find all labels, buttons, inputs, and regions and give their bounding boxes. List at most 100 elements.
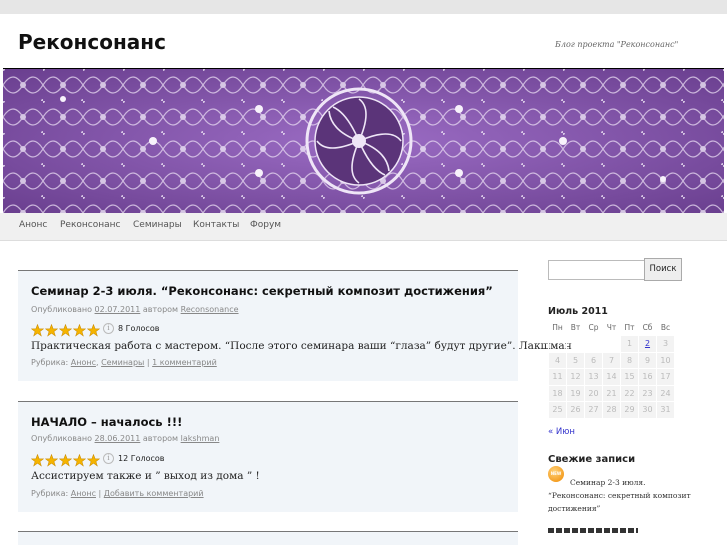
post-excerpt: Практическая работа с мастером. “После э… [31, 340, 572, 352]
star-icon[interactable] [30, 322, 45, 337]
rubric-link[interactable]: Семинары [101, 358, 144, 367]
star-icon[interactable] [30, 452, 45, 467]
calendar-day [566, 335, 585, 353]
post-footer: Рубрика: Анонс | Добавить комментарий [31, 489, 204, 498]
star-icon[interactable] [72, 452, 87, 467]
calendar-day: 18 [548, 384, 567, 402]
calendar-day: 4 [548, 351, 567, 369]
calendar-day: 26 [566, 401, 585, 419]
weekday-label: Пт [624, 323, 635, 332]
calendar-day: 8 [620, 351, 639, 369]
calendar-day: 27 [584, 401, 603, 419]
calendar-week: 25 26 27 28 29 30 31 [548, 401, 675, 419]
post-excerpt: Ассистируем также и ” выход из дома ” ! [31, 470, 260, 482]
calendar-prev-link[interactable]: « Июн [548, 427, 575, 437]
weekday-label: Чт [606, 323, 617, 332]
weekday-label: Пн [552, 323, 563, 332]
site-description: Блог проекта "Реконсонанс" [555, 40, 679, 49]
site-title[interactable]: Реконсонанс [18, 30, 166, 54]
post-date-link[interactable]: 02.07.2011 [95, 305, 141, 314]
calendar-day: 31 [656, 401, 675, 419]
recent-posts-title: Свежие записи [548, 454, 636, 465]
rubric-link[interactable]: Анонс [71, 358, 96, 367]
info-icon: i [103, 453, 114, 464]
nav-item-anons[interactable]: Анонс [19, 220, 47, 230]
search-input[interactable] [548, 260, 645, 280]
calendar-week: 11 12 13 14 15 16 17 [548, 368, 675, 386]
post: НАЧАЛО – началось !!! Опубликовано 28.06… [18, 401, 518, 512]
calendar-day: 17 [656, 368, 675, 386]
calendar-day: 23 [638, 384, 657, 402]
calendar-day: 15 [620, 368, 639, 386]
comments-link[interactable]: 1 комментарий [152, 358, 217, 367]
post-author-link[interactable]: Reconsonance [181, 305, 239, 314]
weekday-label: Ср [588, 323, 599, 332]
calendar: Пн Вт Ср Чт Пт Сб Вс 1 2 3 4 5 6 7 8 9 10 11 12 13 14… [548, 320, 675, 419]
nav-item-contacts[interactable]: Контакты [193, 220, 239, 230]
calendar-day: 21 [602, 384, 621, 402]
next-widget-title [548, 528, 638, 533]
calendar-day: 9 [638, 351, 657, 369]
post [18, 531, 518, 545]
calendar-day: 3 [656, 335, 675, 353]
comments-link[interactable]: Добавить комментарий [104, 489, 204, 498]
star-icon[interactable] [86, 452, 101, 467]
calendar-day: 22 [620, 384, 639, 402]
calendar-day: 7 [602, 351, 621, 369]
post-meta: Опубликовано 28.06.2011 автором lakshman [31, 434, 220, 443]
calendar-day: 12 [566, 368, 585, 386]
calendar-day: 5 [566, 351, 585, 369]
post-title[interactable]: Семинар 2-3 июля. “Реконсонанс: секретны… [31, 284, 493, 298]
calendar-week: 18 19 20 21 22 23 24 [548, 384, 675, 402]
star-icon[interactable] [72, 322, 87, 337]
post: Семинар 2-3 июля. “Реконсонанс: секретны… [18, 270, 572, 381]
post-footer: Рубрика: Анонс, Семинары | 1 комментарий [31, 358, 217, 367]
recent-post-link[interactable]: Семинар 2-3 июля. “Реконсонанс: секретны… [548, 476, 698, 515]
header-banner [3, 68, 724, 214]
post-date-link[interactable]: 28.06.2011 [95, 434, 141, 443]
weekday-label: Вс [660, 323, 671, 332]
info-icon: i [103, 323, 114, 334]
star-icon[interactable] [86, 322, 101, 337]
weekday-label: Вт [570, 323, 581, 332]
vote-count: 12 Голосов [118, 454, 165, 463]
calendar-caption: Июль 2011 [548, 306, 608, 317]
calendar-day: 29 [620, 401, 639, 419]
calendar-day [602, 335, 621, 353]
rating-stars[interactable]: i 8 Голосов [30, 322, 160, 337]
nav-item-reconsonance[interactable]: Реконсонанс [60, 220, 120, 230]
calendar-day: 25 [548, 401, 567, 419]
calendar-day: 28 [602, 401, 621, 419]
star-icon[interactable] [44, 452, 59, 467]
search-button[interactable]: Поиск [644, 258, 682, 281]
star-icon[interactable] [58, 322, 73, 337]
vote-count: 8 Голосов [118, 324, 160, 333]
calendar-day: 30 [638, 401, 657, 419]
calendar-day: 10 [656, 351, 675, 369]
nav-item-seminars[interactable]: Семинары [133, 220, 182, 230]
nav-item-forum[interactable]: Форум [250, 220, 281, 230]
main-nav: Анонс Реконсонанс Семинары Контакты Фору… [0, 213, 727, 241]
calendar-day: 20 [584, 384, 603, 402]
calendar-day: 24 [656, 384, 675, 402]
star-icon[interactable] [44, 322, 59, 337]
calendar-week: 4 5 6 7 8 9 10 [548, 351, 675, 369]
calendar-day [548, 335, 567, 353]
calendar-day: 13 [584, 368, 603, 386]
calendar-day: 11 [548, 368, 567, 386]
calendar-day: 19 [566, 384, 585, 402]
calendar-day [584, 335, 603, 353]
post-author-link[interactable]: lakshman [181, 434, 220, 443]
calendar-day: 14 [602, 368, 621, 386]
calendar-day: 1 [620, 335, 639, 353]
post-meta: Опубликовано 02.07.2011 автором Reconson… [31, 305, 239, 314]
post-title[interactable]: НАЧАЛО – началось !!! [31, 415, 182, 429]
star-icon[interactable] [58, 452, 73, 467]
calendar-day: 16 [638, 368, 657, 386]
rubric-link[interactable]: Анонс [71, 489, 96, 498]
weekday-label: Сб [642, 323, 653, 332]
calendar-week: 123 [548, 335, 675, 353]
calendar-day[interactable]: 2 [638, 335, 657, 353]
rating-stars[interactable]: i 12 Голосов [30, 452, 165, 467]
calendar-day: 6 [584, 351, 603, 369]
